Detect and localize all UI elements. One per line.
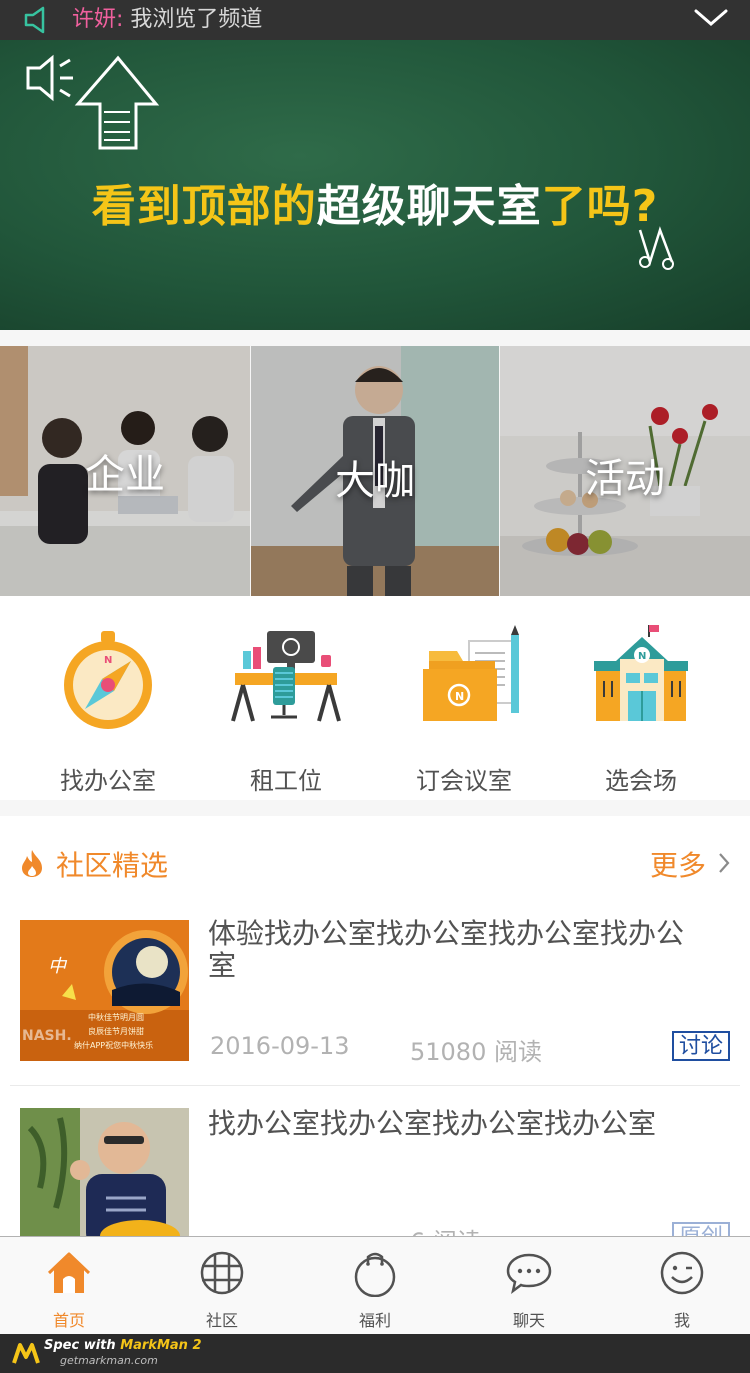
article-tag[interactable]: 讨论	[671, 1031, 730, 1061]
category-label: 企业	[85, 452, 165, 498]
thumb-caption: 中秋佳节明月圆	[88, 1013, 144, 1022]
credit-brand: MarkMan 2	[120, 1338, 202, 1353]
article-item[interactable]: 中 中秋佳节明月圆 良辰佳节月饼甜 纳什APP祝您中秋快乐 NASH. 体验找办…	[0, 910, 750, 1085]
credit-site: getmarkman.com	[60, 1354, 158, 1367]
service-label: 订会议室	[416, 767, 512, 795]
chevron-down-icon[interactable]	[694, 6, 728, 30]
category-label: 活动	[585, 456, 665, 502]
tab-label: 社区	[205, 1311, 238, 1330]
tab-benefits[interactable]: 福利	[335, 1249, 415, 1331]
category-tile-enterprise[interactable]: 企业	[0, 346, 250, 596]
thumb-brand: NASH.	[22, 1028, 72, 1044]
service-find-office[interactable]: N 找办公室	[33, 611, 183, 796]
service-rent-desk[interactable]: 租工位	[211, 611, 361, 796]
banner-headline: 看到顶部的超级聊天室了吗?	[0, 170, 750, 234]
tab-home[interactable]: 首页	[29, 1249, 109, 1331]
article-date: 2016-09-13	[210, 1032, 350, 1060]
service-label: 选会场	[605, 767, 677, 795]
credit-prefix: Spec with	[44, 1338, 121, 1353]
venue-building-icon: N	[594, 625, 688, 721]
speaker-icon	[24, 6, 45, 34]
article-item[interactable]: 找办公室找办公室找办公室找办公室 6 阅读 原创	[0, 1086, 750, 1256]
category-label: 大咖	[335, 458, 415, 504]
chat-bubble-icon	[506, 1253, 552, 1295]
service-icons: N 找办公室 租工位 N 订会议室 N 选会场	[0, 596, 750, 800]
bottom-tab-bar: 首页 社区 福利 聊天 我	[0, 1236, 750, 1334]
tab-community[interactable]: 社区	[182, 1249, 262, 1331]
headline-part-3: 了吗?	[541, 181, 659, 232]
chevron-right-icon[interactable]	[718, 852, 730, 874]
tab-label: 首页	[52, 1311, 85, 1330]
notification-message: 我浏览了频道	[123, 7, 263, 32]
service-label: 租工位	[250, 767, 322, 795]
headline-part-2: 超级聊天室	[316, 181, 542, 232]
svg-text:N: N	[638, 651, 646, 662]
service-book-meeting[interactable]: N 订会议室	[389, 611, 539, 796]
category-tile-experts[interactable]: 大咖	[251, 346, 499, 596]
community-header: 社区精选 更多	[0, 816, 750, 910]
service-label: 找办公室	[60, 767, 156, 795]
category-tile-events[interactable]: 活动	[500, 346, 750, 596]
category-tiles: 企业 大咖 活动	[0, 346, 750, 596]
tab-label: 福利	[358, 1311, 391, 1330]
svg-text:N: N	[455, 690, 464, 703]
section-title: 社区精选	[56, 849, 169, 882]
thumb-caption: 良辰佳节月饼甜	[88, 1027, 144, 1036]
globe-icon	[200, 1251, 244, 1295]
fire-icon	[22, 850, 42, 877]
article-title: 找办公室找办公室找办公室找办公室	[208, 1107, 657, 1140]
tab-label: 我	[673, 1311, 690, 1330]
compass-icon: N	[64, 631, 152, 729]
notification-user: 许妍:	[72, 7, 124, 32]
headline-part-1: 看到顶部的	[91, 181, 317, 232]
notification-text: 许妍: 我浏览了频道	[72, 6, 262, 34]
desk-icon	[231, 631, 341, 722]
tab-me[interactable]: 我	[642, 1249, 722, 1331]
article-thumbnail	[20, 1108, 189, 1249]
section-gap	[0, 800, 750, 816]
folder-icon: N	[423, 625, 519, 721]
credit-line: Spec with MarkMan 2	[44, 1338, 202, 1353]
article-title: 体验找办公室找办公室找办公室找办公室	[208, 917, 685, 982]
service-choose-venue[interactable]: N 选会场	[566, 611, 716, 796]
tab-chat[interactable]: 聊天	[489, 1249, 569, 1331]
home-icon	[47, 1252, 91, 1293]
more-link[interactable]: 更多	[650, 844, 706, 884]
article-reads: 51080 阅读	[410, 1038, 542, 1066]
svg-text:中: 中	[48, 956, 68, 977]
notification-bar[interactable]: 许妍: 我浏览了频道	[0, 0, 750, 40]
article-thumbnail: 中 中秋佳节明月圆 良辰佳节月饼甜 纳什APP祝您中秋快乐 NASH.	[20, 920, 189, 1061]
tab-label: 聊天	[512, 1311, 545, 1330]
bag-icon	[354, 1252, 396, 1297]
section-gap	[0, 330, 750, 346]
markman-credit: Spec with MarkMan 2 getmarkman.com	[0, 1334, 750, 1373]
promo-banner[interactable]: 看到顶部的超级聊天室了吗?	[0, 40, 750, 330]
svg-text:N: N	[104, 655, 112, 666]
thumb-caption: 纳什APP祝您中秋快乐	[74, 1041, 154, 1050]
markman-logo-icon	[12, 1343, 40, 1364]
smiley-icon	[660, 1251, 704, 1295]
